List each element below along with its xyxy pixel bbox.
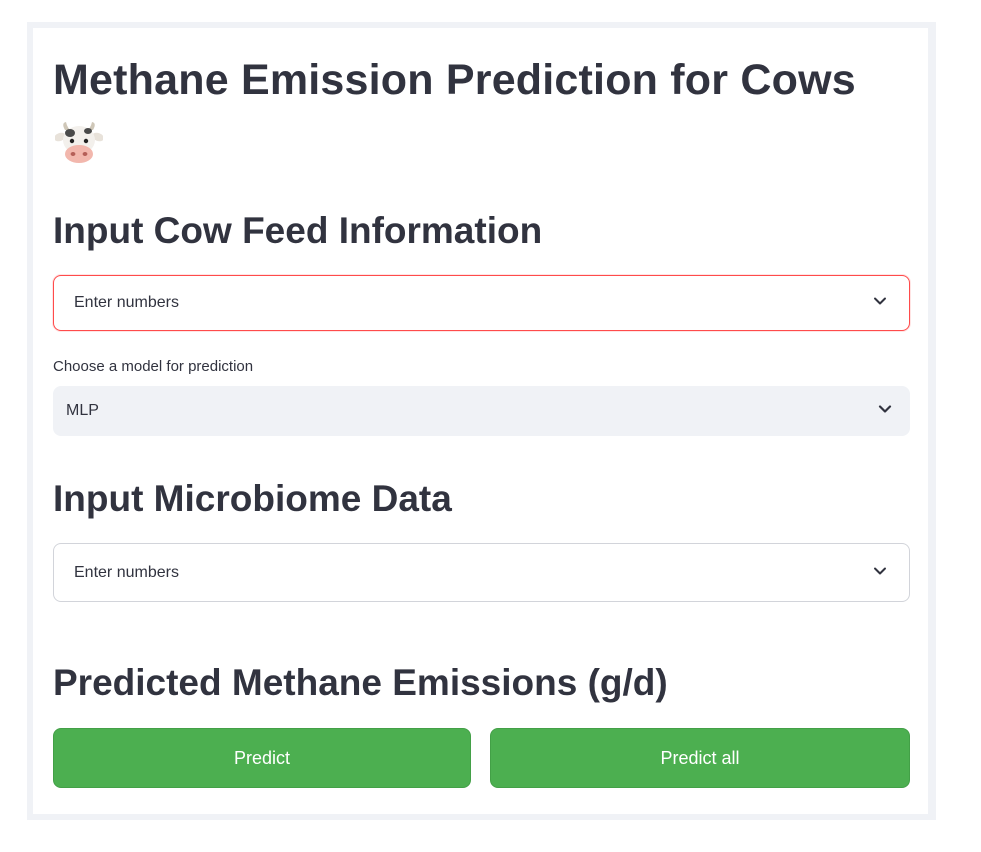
feed-numbers-select[interactable]: Enter numbers bbox=[53, 275, 910, 331]
app-frame: Methane Emission Prediction for Cows Inp… bbox=[27, 22, 936, 820]
page-title: Methane Emission Prediction for Cows bbox=[53, 56, 856, 104]
chevron-down-icon bbox=[874, 297, 886, 305]
model-select[interactable]: MLP bbox=[53, 386, 910, 436]
feed-numbers-placeholder: Enter numbers bbox=[74, 294, 179, 311]
chevron-down-icon bbox=[878, 405, 892, 413]
cow-face-icon bbox=[55, 122, 103, 163]
model-select-value: MLP bbox=[66, 402, 99, 419]
chevron-down-icon bbox=[874, 567, 886, 574]
microbiome-numbers-placeholder: Enter numbers bbox=[74, 563, 179, 581]
prediction-section-heading: Predicted Methane Emissions (g/d) bbox=[53, 662, 668, 703]
microbiome-numbers-select[interactable]: Enter numbers bbox=[53, 543, 910, 602]
predict-button[interactable]: Predict bbox=[53, 728, 471, 788]
model-select-label: Choose a model for prediction bbox=[53, 358, 254, 375]
main-panel: Methane Emission Prediction for Cows Inp… bbox=[33, 28, 928, 814]
feed-section-heading: Input Cow Feed Information bbox=[53, 210, 543, 251]
predict-all-button[interactable]: Predict all bbox=[490, 728, 910, 788]
microbiome-section-heading: Input Microbiome Data bbox=[53, 478, 452, 519]
